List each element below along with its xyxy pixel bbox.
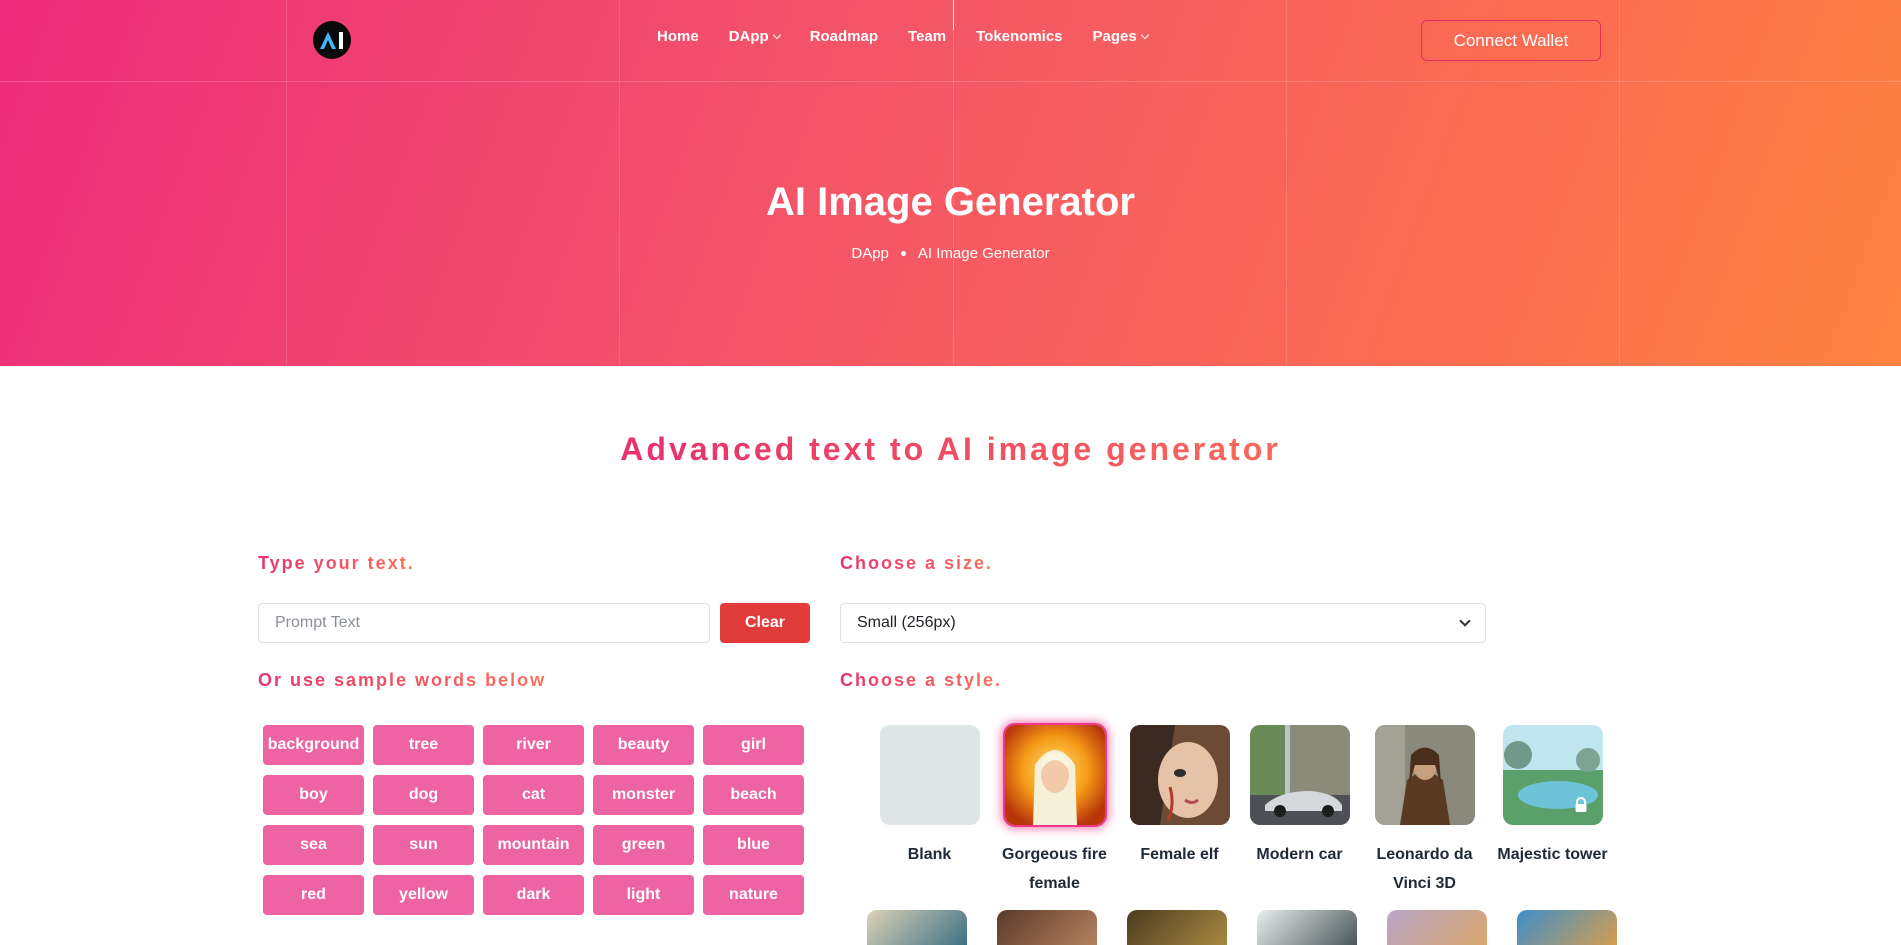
style-thumb-row2[interactable] <box>1517 910 1617 945</box>
sample-word-chip[interactable]: sea <box>263 825 364 865</box>
leonardo-image <box>1374 725 1475 825</box>
style-thumb-female-elf <box>1129 725 1230 825</box>
sample-word-chip[interactable]: tree <box>373 725 474 765</box>
chevron-down-icon <box>1459 615 1471 627</box>
sample-words-label: Or use sample words below <box>258 670 547 690</box>
sample-word-chip[interactable]: yellow <box>373 875 474 915</box>
style-card-leonardo[interactable]: Leonardo da Vinci 3D <box>1362 725 1487 898</box>
sample-word-chip[interactable]: nature <box>703 875 804 915</box>
nav-dapp[interactable]: DApp <box>728 28 781 45</box>
style-name: Leonardo da Vinci 3D <box>1376 846 1473 892</box>
prompt-input[interactable] <box>258 603 710 643</box>
style-name: Female elf <box>1140 846 1219 863</box>
sample-word-chip[interactable]: beach <box>703 775 804 815</box>
sample-word-chip[interactable]: river <box>483 725 584 765</box>
modern-car-image <box>1249 725 1350 825</box>
style-thumb-leonardo <box>1374 725 1475 825</box>
nav-team[interactable]: Team <box>908 28 946 45</box>
style-thumb-row2[interactable] <box>1127 910 1227 945</box>
connect-wallet-button[interactable]: Connect Wallet <box>1421 20 1601 61</box>
style-name: Majestic tower <box>1497 846 1608 863</box>
main-nav: Home DApp Roadmap Team Tokenomics Pages <box>657 28 1178 45</box>
breadcrumb-separator-icon <box>900 251 906 256</box>
style-card-blank[interactable]: Blank <box>867 725 992 869</box>
sample-word-chip[interactable]: dog <box>373 775 474 815</box>
nav-pages-label: Pages <box>1092 28 1137 45</box>
sample-word-chip[interactable]: blue <box>703 825 804 865</box>
nav-home[interactable]: Home <box>657 28 699 45</box>
size-label: Choose a size. <box>840 553 994 573</box>
style-thumb-row2[interactable] <box>867 910 967 945</box>
sample-word-chip[interactable]: beauty <box>593 725 694 765</box>
lock-icon <box>1575 797 1586 812</box>
sample-word-chip[interactable]: dark <box>483 875 584 915</box>
style-name: Modern car <box>1256 846 1343 863</box>
clear-button[interactable]: Clear <box>720 603 810 643</box>
sample-word-chip[interactable]: monster <box>593 775 694 815</box>
section-title: Advanced text to AI image generator <box>0 431 1901 468</box>
sample-word-chip[interactable]: light <box>593 875 694 915</box>
grid-line-accent <box>953 0 954 30</box>
sample-word-chip[interactable]: red <box>263 875 364 915</box>
sample-word-chip[interactable]: cat <box>483 775 584 815</box>
style-card-female-elf[interactable]: Female elf <box>1117 725 1242 869</box>
nav-home-label: Home <box>657 28 699 45</box>
fire-female-image <box>1004 725 1105 825</box>
style-label: Choose a style. <box>840 670 1003 690</box>
style-card-modern-car[interactable]: Modern car <box>1237 725 1362 869</box>
style-name: Blank <box>907 846 952 863</box>
style-card-fire-female[interactable]: Gorgeous fire female <box>992 725 1117 898</box>
style-thumb-row2[interactable] <box>1387 910 1487 945</box>
header-divider <box>0 81 1901 82</box>
style-thumb-blank <box>879 725 980 825</box>
breadcrumb: DApp AI Image Generator <box>0 245 1901 262</box>
nav-tokenomics-label: Tokenomics <box>976 28 1063 45</box>
size-select[interactable]: Small (256px) <box>840 603 1486 643</box>
style-thumb-modern-car <box>1249 725 1350 825</box>
sample-word-chip[interactable]: background <box>263 725 364 765</box>
breadcrumb-dapp[interactable]: DApp <box>851 245 889 262</box>
page-title: AI Image Generator <box>765 180 1135 224</box>
nav-dapp-label: DApp <box>728 28 769 45</box>
sample-word-chip[interactable]: sun <box>373 825 474 865</box>
sample-word-chip[interactable]: boy <box>263 775 364 815</box>
sample-word-chip[interactable]: green <box>593 825 694 865</box>
female-elf-image <box>1129 725 1230 825</box>
nav-roadmap[interactable]: Roadmap <box>810 28 878 45</box>
sample-word-chip[interactable]: girl <box>703 725 804 765</box>
nav-team-label: Team <box>908 28 947 45</box>
style-name: Gorgeous fire female <box>1002 846 1107 892</box>
ai-logo-icon <box>320 32 343 49</box>
sample-word-chip[interactable]: mountain <box>483 825 584 865</box>
style-thumb-row2[interactable] <box>1257 910 1357 945</box>
sample-words-grid: background tree river beauty girl boy dog cat mo… <box>263 725 804 915</box>
breadcrumb-current: AI Image Generator <box>917 245 1050 262</box>
style-thumb-row2[interactable] <box>997 910 1097 945</box>
style-thumb-majestic-tower <box>1502 725 1603 825</box>
nav-roadmap-label: Roadmap <box>809 28 879 45</box>
logo[interactable] <box>313 21 351 59</box>
prompt-label: Type your text. <box>258 553 415 573</box>
style-card-majestic-tower[interactable]: Majestic tower <box>1490 725 1615 869</box>
hero-banner: Home DApp Roadmap Team Tokenomics Pages … <box>0 0 1901 366</box>
chevron-down-icon <box>772 30 781 40</box>
style-thumb-fire-female <box>1004 725 1105 825</box>
nav-pages[interactable]: Pages <box>1092 28 1149 45</box>
size-select-value: Small (256px) <box>857 614 956 631</box>
nav-tokenomics[interactable]: Tokenomics <box>976 28 1062 45</box>
chevron-down-icon <box>1140 30 1149 40</box>
